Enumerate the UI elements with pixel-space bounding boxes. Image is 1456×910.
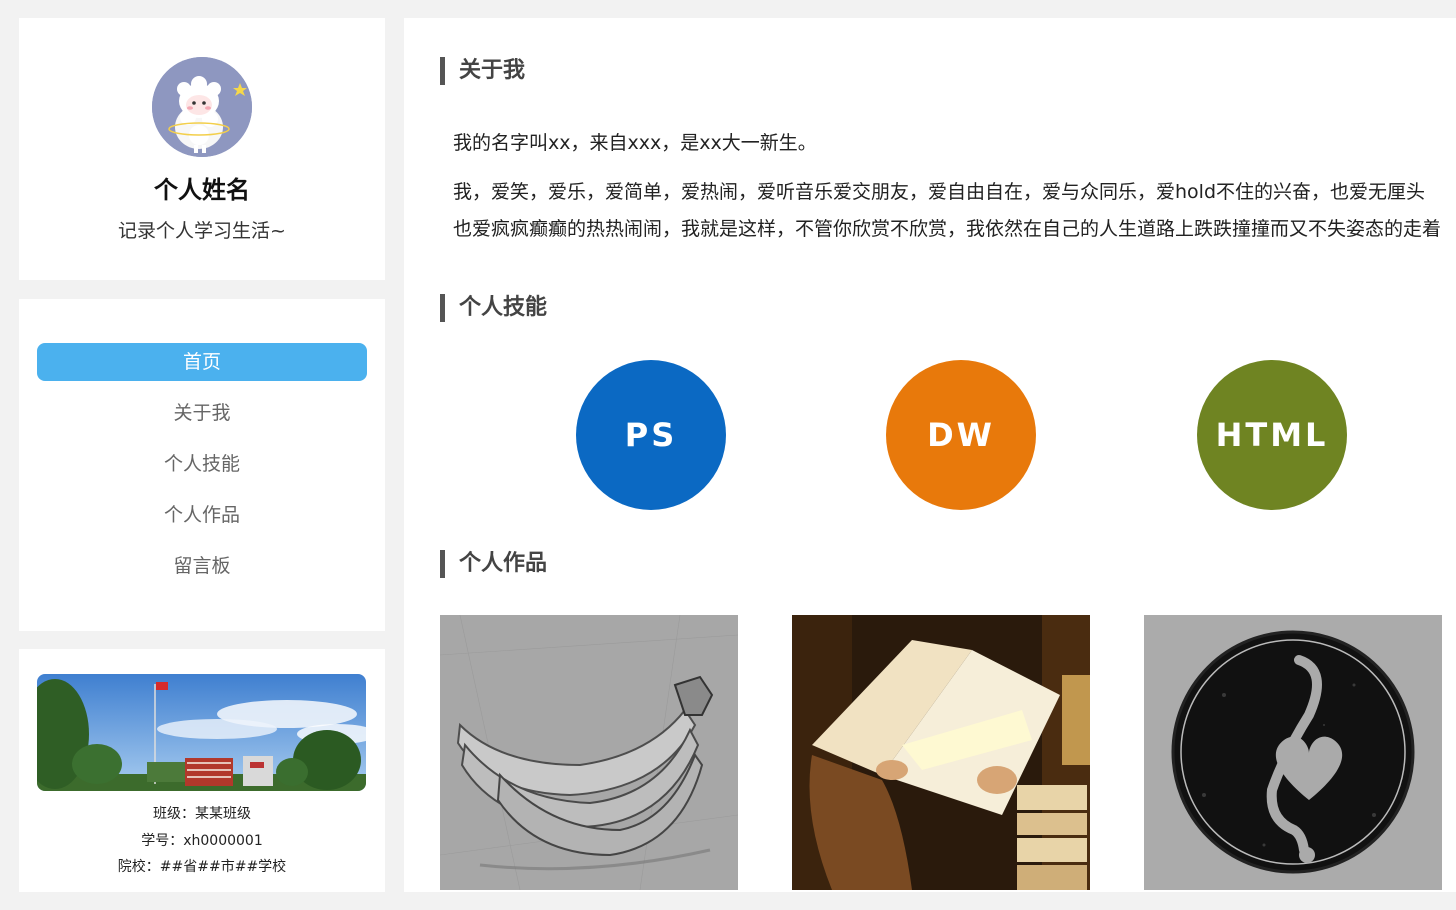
reading-book-image [792, 615, 1090, 890]
work-item-banana[interactable] [440, 615, 738, 890]
about-intro: 我的名字叫xx，来自xxx，是xx大一新生。 [453, 132, 817, 154]
nav-item-home[interactable]: 首页 [37, 343, 367, 381]
works-title: 个人作品 [440, 550, 547, 578]
banana-sketch-image [440, 615, 738, 890]
school-class: 班级：某某班级 [153, 806, 251, 822]
skill-dw: DW [886, 360, 1036, 510]
nav-item-works[interactable]: 个人作品 [37, 496, 367, 534]
skill-ps-label: PS [624, 416, 678, 454]
school-name: 院校：##省##市##学校 [117, 859, 287, 875]
skills-title: 个人技能 [440, 294, 547, 322]
profile-motto: 记录个人学习生活~ [118, 220, 286, 242]
nav-item-about[interactable]: 关于我 [37, 394, 367, 432]
about-paragraph-line-1: 我，爱笑，爱乐，爱简单，爱热闹，爱听音乐爱交朋友，爱自由自在，爱与众同乐，爱ho… [453, 181, 1426, 203]
nav-card: 首页 关于我 个人技能 个人作品 留言板 [19, 299, 385, 631]
nav-menu: 首页 关于我 个人技能 个人作品 留言板 [37, 343, 367, 598]
sheep-avatar-icon [152, 57, 252, 157]
campus-building-image [37, 674, 366, 791]
skill-ps: PS [576, 360, 726, 510]
profile-card: 个人姓名 记录个人学习生活~ [19, 18, 385, 280]
skill-dw-label: DW [927, 416, 995, 454]
nav-item-skills[interactable]: 个人技能 [37, 445, 367, 483]
school-student-id: 学号：xh0000001 [141, 833, 263, 849]
school-photo [37, 674, 366, 791]
main-content: 关于我 我的名字叫xx，来自xxx，是xx大一新生。 我，爱笑，爱乐，爱简单，爱… [404, 18, 1456, 892]
work-item-music[interactable] [1144, 615, 1442, 890]
skill-html-label: HTML [1215, 416, 1329, 454]
nav-item-guestbook[interactable]: 留言板 [37, 547, 367, 585]
school-card: 班级：某某班级 学号：xh0000001 院校：##省##市##学校 [19, 649, 385, 892]
profile-name: 个人姓名 [154, 176, 250, 204]
about-paragraph-line-2: 也爱疯疯癫癫的热热闹闹，我就是这样，不管你欣赏不欣赏，我依然在自己的人生道路上跌… [453, 218, 1442, 240]
skill-html: HTML [1197, 360, 1347, 510]
music-heart-note-image [1144, 615, 1442, 890]
avatar [152, 57, 252, 157]
work-item-reading[interactable] [792, 615, 1090, 890]
about-title: 关于我 [440, 57, 525, 85]
